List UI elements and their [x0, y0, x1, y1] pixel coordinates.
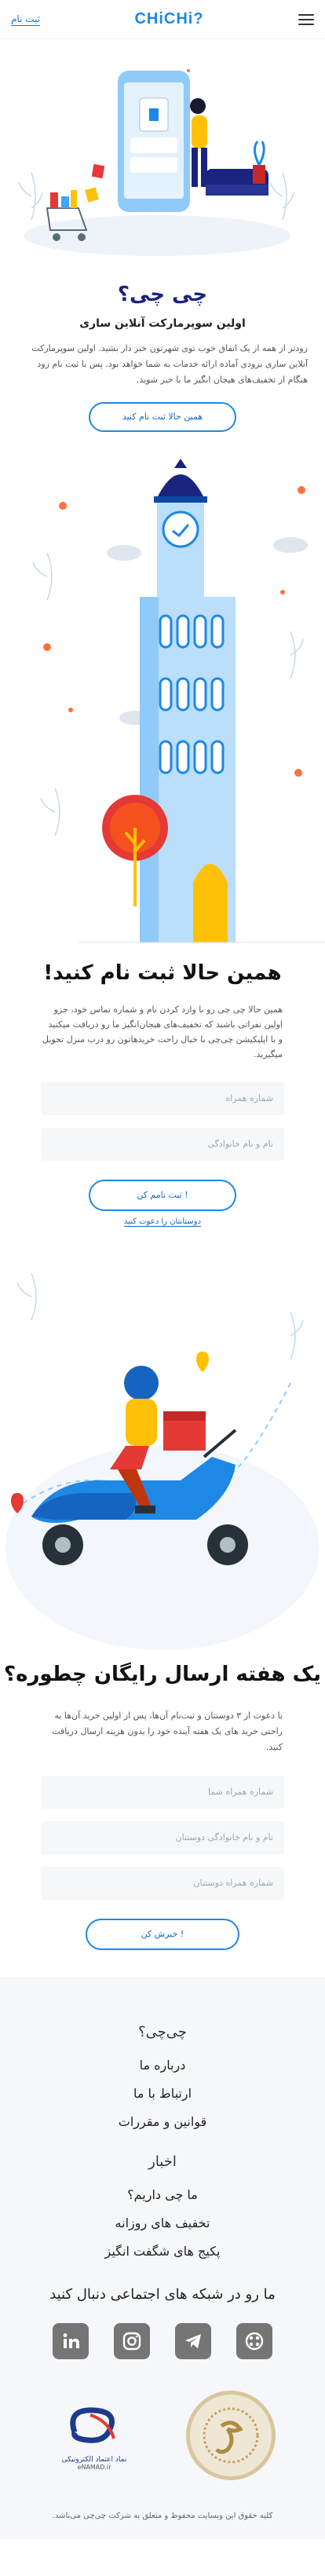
delivery-scooter-illustration	[0, 1250, 325, 1650]
signup-title: همین حالا ثبت نام کنید!	[43, 961, 282, 985]
trust-badges: نماد اعتماد الکترونیکی eNAMAD.ir	[0, 2391, 325, 2480]
hero-illustration	[0, 39, 325, 275]
invite-submit-button[interactable]: خبرش کن !	[86, 1919, 239, 1950]
invite-section: یک هفته ارسال رایگان چطوره؟ با دعوت از ۳…	[0, 1663, 325, 1950]
footer-link-terms[interactable]: قوانین و مقررات	[0, 2108, 325, 2136]
name-input[interactable]: نام و نام خانوادگی	[41, 1128, 284, 1161]
signup-link[interactable]: ثبت نام	[11, 13, 40, 26]
hero-description: زودتر از همه از یک اتفاق خوب توی شهرتون …	[31, 343, 308, 385]
footer-link-daily-discounts[interactable]: تخفیف های روزانه	[0, 2209, 325, 2238]
aparat-icon[interactable]	[236, 2323, 272, 2359]
signup-submit-button[interactable]: ثبت نامم کن !	[89, 1180, 236, 1211]
footer: چی‌چی؟ درباره ما ارتباط با ما قوانین و م…	[0, 1977, 325, 2539]
footer-link-contact[interactable]: ارتباط با ما	[0, 2080, 325, 2108]
friend-name-input[interactable]: نام و نام خانوادگی دوستتان	[41, 1821, 284, 1854]
enamad-badge[interactable]: نماد اعتماد الکترونیکی eNAMAD.ir	[49, 2391, 139, 2480]
social-title: ما رو در شبکه های اجتماعی دنبال کنید	[49, 2286, 276, 2303]
hero-section: چی چی؟ اولین سوپرمارکت آنلاین ساری زودتر…	[0, 283, 325, 432]
footer-links-1: درباره ما ارتباط با ما قوانین و مقررات	[0, 2051, 325, 2136]
telegram-icon[interactable]	[175, 2323, 211, 2359]
enamad-label: نماد اعتماد الکترونیکی	[61, 2455, 127, 2464]
footer-link-about[interactable]: درباره ما	[0, 2051, 325, 2080]
logo[interactable]: CHiCHi?	[134, 10, 203, 28]
signup-section: همین حالا ثبت نام کنید! همین حالا چی چی …	[0, 961, 325, 1227]
hero-title: چی چی؟	[117, 283, 208, 306]
copyright: کلیه حقوق این وبسایت محفوظ و متعلق به شر…	[52, 2512, 273, 2520]
top-bar: ثبت نام CHiCHi?	[0, 0, 325, 39]
hero-signup-button[interactable]: همین حالا ثبت نام کنید	[89, 402, 236, 432]
invite-friends-link[interactable]: دوستانتان را دعوت کنید	[123, 1217, 202, 1227]
phone-input[interactable]: شماره همراه	[41, 1082, 284, 1115]
invite-description: با دعوت از ۳ دوستتان و ثبت‌نام آن‌ها، پس…	[52, 1711, 283, 1752]
footer-link-products[interactable]: ما چی داریم؟	[0, 2181, 325, 2209]
footer-link-packages[interactable]: پکیج های شگفت انگیز	[0, 2238, 325, 2266]
linkedin-icon[interactable]	[53, 2323, 89, 2359]
page: ثبت نام CHiCHi? چی چی؟ اولین سوپرمارکت آ…	[0, 0, 325, 2576]
instagram-icon[interactable]	[114, 2323, 150, 2359]
enamad-url: eNAMAD.ir	[77, 2463, 111, 2471]
your-phone-input[interactable]: شماره همراه شما	[41, 1776, 284, 1809]
clock-tower-illustration	[0, 443, 325, 946]
signup-description: همین حالا چی چی رو با وارد کردن نام و شم…	[42, 1004, 283, 1059]
footer-group-title-news: اخبار	[148, 2153, 177, 2170]
footer-links-2: ما چی داریم؟ تخفیف های روزانه پکیج های ش…	[0, 2181, 325, 2266]
invite-title: یک هفته ارسال رایگان چطوره؟	[4, 1663, 321, 1686]
footer-group-title-chichi: چی‌چی؟	[138, 2024, 187, 2040]
hero-subtitle: اولین سوپرمارکت آنلاین ساری	[79, 317, 246, 330]
social-links	[0, 2323, 325, 2359]
friend-phone-input[interactable]: شماره همراه دوستتان	[41, 1867, 284, 1900]
hamburger-icon[interactable]	[298, 13, 314, 25]
samandehi-badge[interactable]	[186, 2391, 276, 2480]
